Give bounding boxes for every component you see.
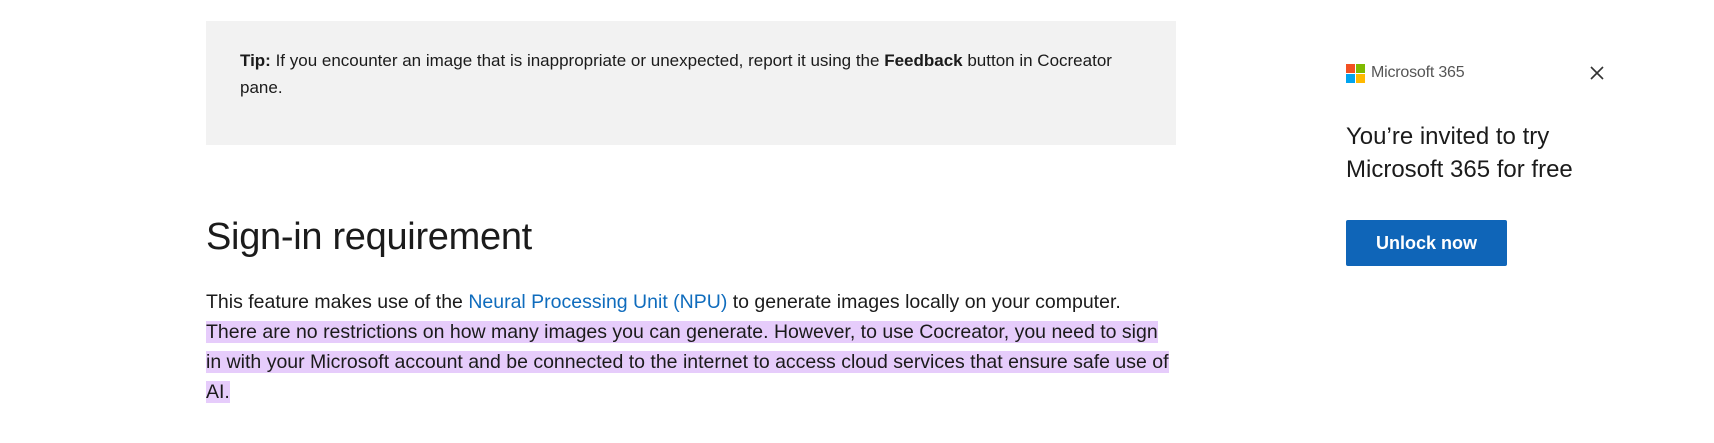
- tip-feedback-term: Feedback: [884, 51, 963, 70]
- section-heading: Sign-in requirement: [206, 216, 532, 258]
- microsoft-logo-icon: [1346, 63, 1365, 83]
- promo-header: Microsoft 365: [1346, 62, 1636, 84]
- tip-callout: Tip: If you encounter an image that is i…: [206, 21, 1176, 145]
- tip-label: Tip:: [240, 51, 271, 70]
- close-icon: [1590, 66, 1604, 80]
- logo-square-green: [1356, 63, 1365, 73]
- m365-promo-panel: Microsoft 365 You’re invited to try Micr…: [1346, 62, 1636, 266]
- promo-headline: You’re invited to try Microsoft 365 for …: [1346, 123, 1573, 183]
- logo-square-blue: [1346, 73, 1355, 83]
- npu-link[interactable]: Neural Processing Unit (NPU): [468, 291, 727, 313]
- paragraph-text-mid: to generate images locally on your compu…: [727, 291, 1121, 313]
- close-button[interactable]: [1586, 62, 1608, 84]
- logo-square-red: [1346, 63, 1355, 73]
- page: Tip: If you encounter an image that is i…: [0, 0, 1714, 443]
- article-content: Tip: If you encounter an image that is i…: [206, 21, 1176, 407]
- tip-text-before: If you encounter an image that is inappr…: [270, 51, 885, 70]
- logo-square-yellow: [1356, 73, 1365, 83]
- brand-name: Microsoft 365: [1371, 64, 1465, 81]
- section-paragraph: This feature makes use of the Neural Pro…: [206, 287, 1176, 407]
- unlock-now-button[interactable]: Unlock now: [1346, 220, 1507, 266]
- paragraph-text-start: This feature makes use of the: [206, 291, 469, 313]
- highlighted-text: There are no restrictions on how many im…: [206, 321, 1169, 403]
